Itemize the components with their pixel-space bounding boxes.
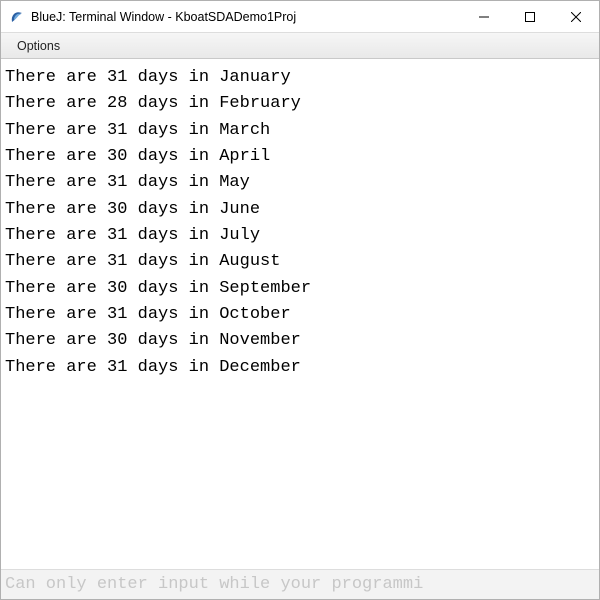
terminal-input-hint: Can only enter input while your programm…: [1, 569, 599, 599]
output-line: There are 31 days in May: [5, 170, 595, 196]
app-icon: [9, 9, 25, 25]
output-line: There are 30 days in November: [5, 328, 595, 354]
output-line: There are 30 days in September: [5, 276, 595, 302]
output-line: There are 31 days in March: [5, 118, 595, 144]
output-line: There are 31 days in January: [5, 65, 595, 91]
output-line: There are 31 days in July: [5, 223, 595, 249]
menu-options[interactable]: Options: [9, 36, 68, 56]
output-line: There are 31 days in October: [5, 302, 595, 328]
minimize-button[interactable]: [461, 1, 507, 32]
terminal-output[interactable]: There are 31 days in JanuaryThere are 28…: [1, 59, 599, 569]
menubar: Options: [1, 33, 599, 59]
output-line: There are 28 days in February: [5, 91, 595, 117]
close-button[interactable]: [553, 1, 599, 32]
terminal-window: BlueJ: Terminal Window - KboatSDADemo1Pr…: [0, 0, 600, 600]
output-line: There are 31 days in August: [5, 249, 595, 275]
titlebar: BlueJ: Terminal Window - KboatSDADemo1Pr…: [1, 1, 599, 33]
output-line: There are 31 days in December: [5, 355, 595, 381]
maximize-button[interactable]: [507, 1, 553, 32]
output-line: There are 30 days in April: [5, 144, 595, 170]
window-controls: [461, 1, 599, 32]
output-line: There are 30 days in June: [5, 197, 595, 223]
window-title: BlueJ: Terminal Window - KboatSDADemo1Pr…: [31, 10, 461, 24]
